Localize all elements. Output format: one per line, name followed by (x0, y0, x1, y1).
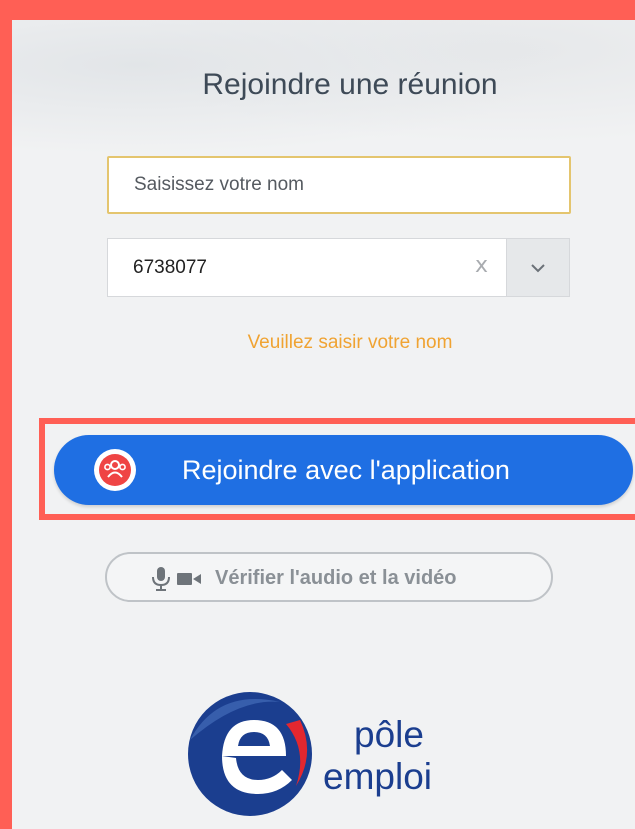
people-group-icon (94, 449, 136, 491)
close-icon[interactable]: x (475, 253, 488, 278)
join-with-app-button[interactable]: Rejoindre avec l'application (54, 435, 633, 505)
microphone-icon (152, 567, 170, 591)
video-camera-icon (177, 573, 202, 585)
logo-word-emploi: emploi (323, 756, 432, 797)
pole-emploi-logo: pôle emploi (188, 690, 488, 820)
chevron-down-icon (531, 263, 545, 272)
join-meeting-panel: Rejoindre une réunion x Veuillez saisir … (12, 20, 635, 829)
check-audio-video-label: Vérifier l'audio et la vidéo (215, 567, 457, 589)
page-title: Rejoindre une réunion (202, 68, 498, 101)
meeting-id-row: x (107, 238, 570, 297)
name-input[interactable] (132, 173, 556, 197)
audio-video-icons (150, 566, 202, 592)
name-field[interactable] (107, 156, 571, 214)
pole-emploi-logo-mark (188, 692, 312, 816)
join-with-app-label: Rejoindre avec l'application (182, 455, 510, 485)
meeting-id-field[interactable]: x (107, 238, 507, 297)
meeting-id-input[interactable] (131, 255, 455, 280)
meeting-id-dropdown-button[interactable] (507, 238, 570, 297)
logo-word-pole: pôle (354, 714, 424, 755)
check-audio-video-button[interactable]: Vérifier l'audio et la vidéo (105, 552, 553, 602)
validation-hint: Veuillez saisir votre nom (247, 332, 453, 353)
